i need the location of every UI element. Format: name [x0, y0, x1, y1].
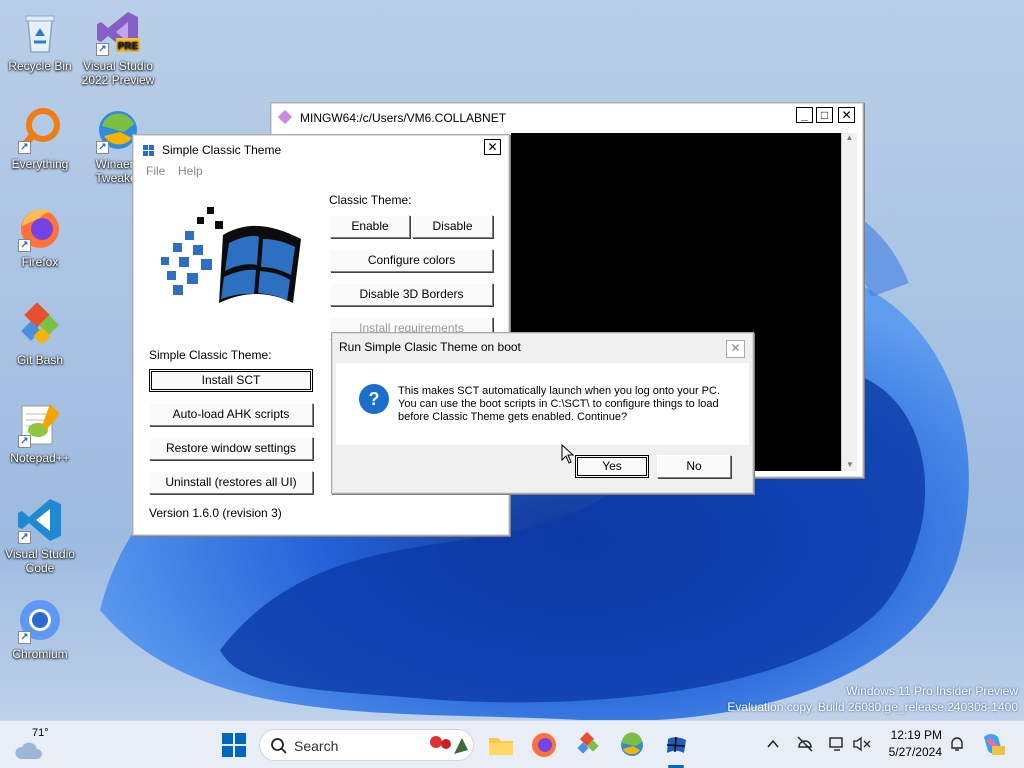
- disable-3d-borders-button[interactable]: Disable 3D Borders: [330, 283, 493, 306]
- desktop-icon-label: Visual Studio 2022 Preview: [81, 59, 155, 87]
- install-sct-button[interactable]: Install SCT: [149, 369, 313, 392]
- mouse-cursor-icon: [561, 444, 575, 464]
- recycle-bin-icon: [25, 15, 55, 53]
- file-explorer-icon[interactable]: [487, 731, 515, 759]
- yes-button[interactable]: Yes: [575, 455, 649, 478]
- close-button[interactable]: ✕: [838, 107, 855, 123]
- desktop-icon-everything[interactable]: ↗ Everything: [2, 106, 78, 171]
- desktop-icon-label: Firefox: [21, 255, 59, 269]
- version-text: Version 1.6.0 (revision 3): [149, 506, 282, 520]
- desktop-icon-label: Visual Studio Code: [5, 547, 75, 575]
- uninstall-button[interactable]: Uninstall (restores all UI): [149, 471, 313, 494]
- sct-section-label: Simple Classic Theme:: [149, 348, 272, 362]
- minimize-button[interactable]: _: [796, 107, 813, 123]
- mingw-title: MINGW64:/c/Users/VM6.COLLABNET: [300, 111, 507, 125]
- sct-taskbar-icon[interactable]: [662, 731, 690, 759]
- dialog-title: Run Simple Clasic Theme on boot: [339, 340, 521, 354]
- desktop-icon-label: Recycle Bin: [8, 59, 72, 73]
- start-icon[interactable]: [220, 731, 248, 759]
- restore-window-settings-button[interactable]: Restore window settings: [149, 437, 313, 460]
- cloud-icon: [15, 742, 42, 759]
- shortcut-arrow-icon: ↗: [18, 141, 31, 154]
- menu-file[interactable]: File: [146, 164, 165, 178]
- watermark-line1: Windows 11 Pro Insider Preview: [846, 684, 1018, 698]
- search-highlight-icon: [430, 736, 468, 754]
- shortcut-arrow-icon: ↗: [96, 43, 109, 56]
- disable-button[interactable]: Disable: [412, 215, 493, 238]
- watermark-line2: Evaluation copy. Build 26080.ge_release.…: [727, 700, 1018, 714]
- display-icon[interactable]: [828, 735, 846, 753]
- scroll-down-icon[interactable]: ▼: [842, 460, 858, 469]
- dialog-message-area: ? This makes SCT automatically launch wh…: [336, 363, 749, 445]
- git-bash-icon: [21, 302, 59, 345]
- desktop-icon-label: Everything: [11, 157, 69, 171]
- close-button[interactable]: ✕: [484, 139, 501, 155]
- search-icon: [271, 738, 287, 754]
- shortcut-arrow-icon: ↗: [18, 435, 31, 448]
- svg-text:PRE: PRE: [118, 41, 139, 52]
- shortcut-arrow-icon: ↗: [18, 631, 31, 644]
- desktop-icon-notepadpp[interactable]: ↗ Notepad++: [2, 400, 78, 465]
- dialog-message: This makes SCT automatically launch when…: [398, 385, 721, 423]
- menu-help[interactable]: Help: [178, 164, 203, 178]
- mingw-titlebar[interactable]: MINGW64:/c/Users/VM6.COLLABNET: [274, 106, 860, 130]
- chevron-up-icon[interactable]: [766, 737, 780, 751]
- taskbar: 71° Search 12:19 PM 5/27/2024: [0, 720, 1024, 768]
- shortcut-arrow-icon: ↗: [18, 531, 31, 544]
- windows-classic-logo: [161, 207, 301, 303]
- desktop-icon-label: Git Bash: [16, 353, 64, 367]
- scroll-up-icon[interactable]: ▲: [842, 133, 857, 142]
- configure-colors-button[interactable]: Configure colors: [330, 249, 493, 272]
- search-placeholder: Search: [294, 738, 339, 754]
- sct-app-icon: [143, 145, 154, 156]
- shortcut-arrow-icon: ↗: [18, 239, 31, 252]
- desktop-icon-vscode[interactable]: ↗ Visual Studio Code: [2, 496, 78, 575]
- boot-dialog[interactable]: Run Simple Clasic Theme on boot ✕ ? This…: [331, 332, 754, 494]
- desktop-icon-recycle-bin[interactable]: Recycle Bin: [2, 8, 78, 73]
- maximize-button[interactable]: □: [816, 107, 833, 123]
- volume-muted-icon[interactable]: [852, 735, 872, 753]
- firefox-taskbar-icon[interactable]: [530, 731, 558, 759]
- git-taskbar-icon[interactable]: [574, 731, 602, 759]
- clock-time[interactable]: 12:19 PM: [886, 728, 942, 742]
- close-button[interactable]: ✕: [726, 340, 745, 358]
- notification-bell-icon[interactable]: [948, 735, 966, 753]
- weather-widget[interactable]: 71°: [14, 727, 58, 761]
- clock-date[interactable]: 5/27/2024: [882, 745, 942, 759]
- desktop-icon-label: Notepad++: [10, 451, 70, 465]
- enable-button[interactable]: Enable: [330, 215, 410, 238]
- desktop-icon-git-bash[interactable]: Git Bash: [2, 302, 78, 367]
- weather-temp: 71°: [32, 727, 49, 739]
- desktop-icon-chromium[interactable]: ↗ Chromium: [2, 596, 78, 661]
- mingw-app-icon: [278, 110, 293, 125]
- copilot-icon[interactable]: [980, 731, 1006, 757]
- sct-titlebar[interactable]: Simple Classic Theme: [136, 138, 506, 162]
- desktop-icon-label: Chromium: [12, 647, 68, 661]
- dialog-titlebar[interactable]: Run Simple Clasic Theme on boot: [335, 336, 750, 358]
- taskbar-search[interactable]: Search: [259, 729, 474, 761]
- autoload-ahk-button[interactable]: Auto-load AHK scripts: [149, 403, 313, 426]
- no-button[interactable]: No: [657, 455, 731, 478]
- terminal-scrollbar[interactable]: ▲ ▼: [841, 133, 857, 471]
- classic-theme-label: Classic Theme:: [329, 193, 412, 207]
- desktop-icon-visual-studio-preview[interactable]: PRE ↗ Visual Studio 2022 Preview: [80, 8, 156, 87]
- network-offline-icon[interactable]: [796, 735, 814, 753]
- sct-title: Simple Classic Theme: [162, 143, 282, 157]
- svg-text:?: ?: [369, 389, 380, 409]
- question-icon: ?: [359, 384, 389, 414]
- winaero-taskbar-icon[interactable]: [618, 731, 646, 759]
- shortcut-arrow-icon: ↗: [96, 141, 109, 154]
- desktop-icon-firefox[interactable]: ↗ Firefox: [2, 204, 78, 269]
